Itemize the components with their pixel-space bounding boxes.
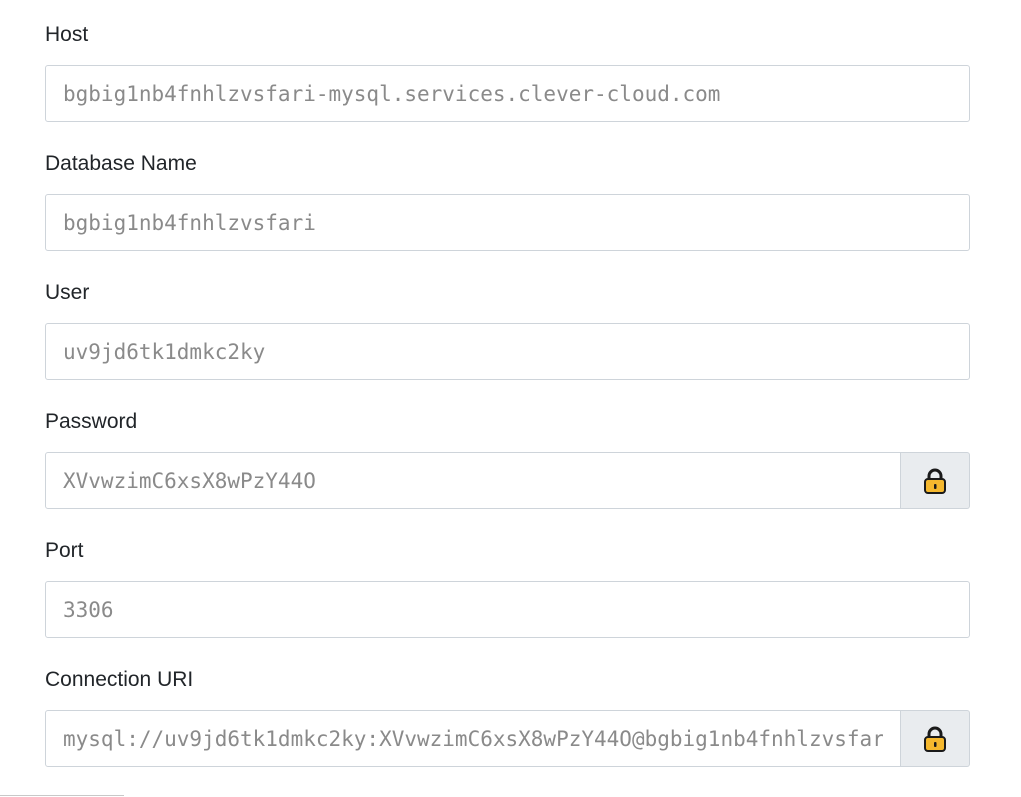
connection-uri-input-group	[45, 710, 970, 767]
database-name-input[interactable]	[45, 194, 970, 251]
connection-uri-input[interactable]	[45, 710, 901, 767]
password-label: Password	[45, 410, 138, 433]
lock-icon	[924, 726, 946, 752]
host-label: Host	[45, 23, 89, 46]
user-input[interactable]	[45, 323, 970, 380]
section-divider	[0, 795, 124, 796]
host-input-group	[45, 65, 970, 122]
port-label: Port	[45, 539, 84, 562]
lock-icon	[924, 468, 946, 494]
port-input-group	[45, 581, 970, 638]
password-visibility-toggle-button[interactable]	[901, 452, 970, 509]
password-field: Password	[45, 387, 970, 516]
port-field: Port	[45, 516, 970, 645]
database-name-field: Database Name	[45, 129, 970, 258]
password-input-group	[45, 452, 970, 509]
port-input[interactable]	[45, 581, 970, 638]
connection-uri-visibility-toggle-button[interactable]	[901, 710, 970, 767]
password-input[interactable]	[45, 452, 901, 509]
user-input-group	[45, 323, 970, 380]
user-label: User	[45, 281, 90, 304]
host-field: Host	[45, 0, 970, 129]
database-name-input-group	[45, 194, 970, 251]
user-field: User	[45, 258, 970, 387]
host-input[interactable]	[45, 65, 970, 122]
database-credentials-form: Host Database Name User Password	[45, 0, 970, 774]
connection-uri-label: Connection URI	[45, 668, 194, 691]
connection-uri-field: Connection URI	[45, 645, 970, 774]
database-name-label: Database Name	[45, 152, 197, 175]
